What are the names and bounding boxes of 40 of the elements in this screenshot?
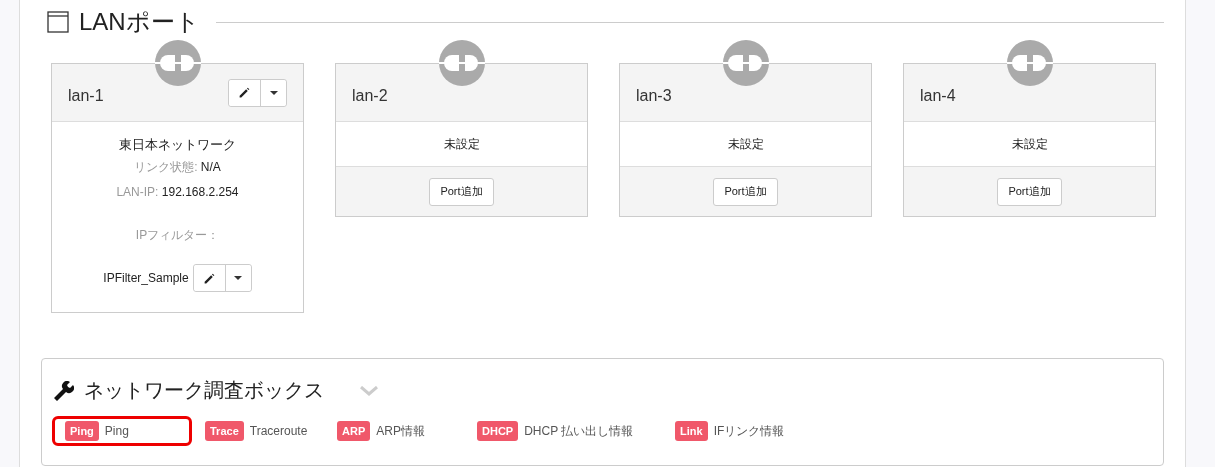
pencil-icon xyxy=(238,86,251,99)
lan-ip-label: LAN-IP: xyxy=(116,185,159,199)
filter-name: IPFilter_Sample xyxy=(103,271,189,285)
tool-badge: ARP xyxy=(337,421,371,441)
tool-button[interactable]: ARP ARP情報 xyxy=(324,416,464,446)
port-name: lan-2 xyxy=(352,86,388,105)
tool-label: Ping xyxy=(104,424,129,438)
tool-badge: Ping xyxy=(65,421,99,441)
add-port-button[interactable]: Port追加 xyxy=(713,177,778,206)
add-port-button[interactable]: Port追加 xyxy=(429,177,494,206)
tool-label: ARP情報 xyxy=(376,422,425,440)
caret-icon xyxy=(234,276,243,280)
tool-label: Traceroute xyxy=(249,424,308,438)
network-name: 東日本ネットワーク xyxy=(119,136,236,154)
wrench-icon xyxy=(52,380,74,401)
pencil-icon xyxy=(202,271,216,285)
link-status-label: リンク状態: xyxy=(134,160,198,174)
tool-button[interactable]: Link IFリンク情報 xyxy=(662,416,798,446)
chevron-down-icon[interactable] xyxy=(360,385,378,396)
port-name: lan-3 xyxy=(636,86,672,105)
ip-filter-label: IPフィルター： xyxy=(135,227,220,244)
edit-button[interactable] xyxy=(229,79,261,106)
toolbox-title: ネットワーク調査ボックス xyxy=(84,378,324,403)
add-port-button[interactable]: Port追加 xyxy=(997,177,1062,206)
port-name: lan-4 xyxy=(920,86,956,105)
tool-badge: Link xyxy=(675,421,708,441)
tool-label: DHCP 払い出し情報 xyxy=(524,422,634,440)
tool-badge: Trace xyxy=(205,421,244,441)
port-name: lan-1 xyxy=(68,86,104,105)
tool-badge: DHCP xyxy=(477,421,519,441)
lan-ip-value: 192.168.2.254 xyxy=(161,185,239,199)
tool-button[interactable]: Trace Traceroute xyxy=(192,416,324,446)
section-title: LANポート xyxy=(79,7,200,37)
caret-icon xyxy=(269,90,278,95)
tool-label: IFリンク情報 xyxy=(713,422,785,440)
edit-button[interactable] xyxy=(193,265,226,291)
link-status-value: N/A xyxy=(200,160,221,174)
tool-button[interactable]: Ping Ping xyxy=(52,416,192,446)
tool-button[interactable]: DHCP DHCP 払い出し情報 xyxy=(464,416,662,446)
window-icon xyxy=(47,11,69,33)
